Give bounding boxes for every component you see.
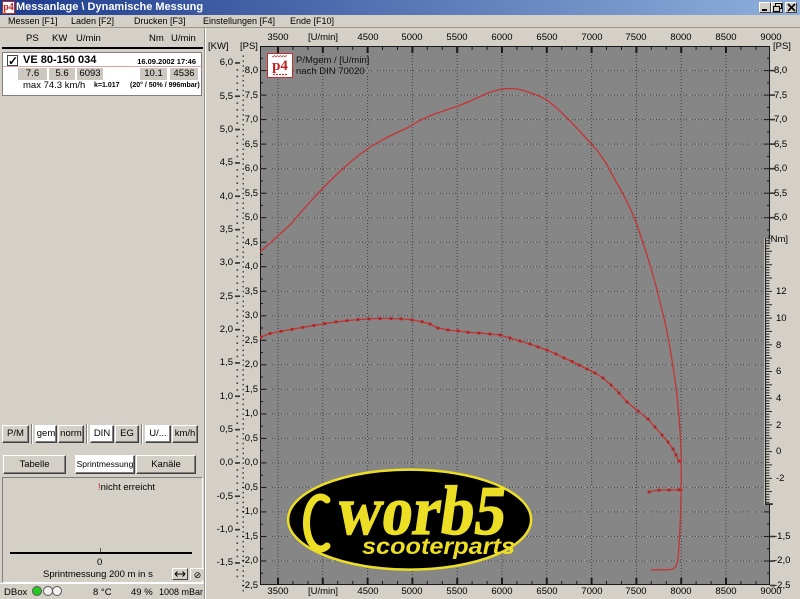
svg-text:p4: p4 [272,58,288,74]
svg-text:scooterparts: scooterparts [362,533,515,559]
